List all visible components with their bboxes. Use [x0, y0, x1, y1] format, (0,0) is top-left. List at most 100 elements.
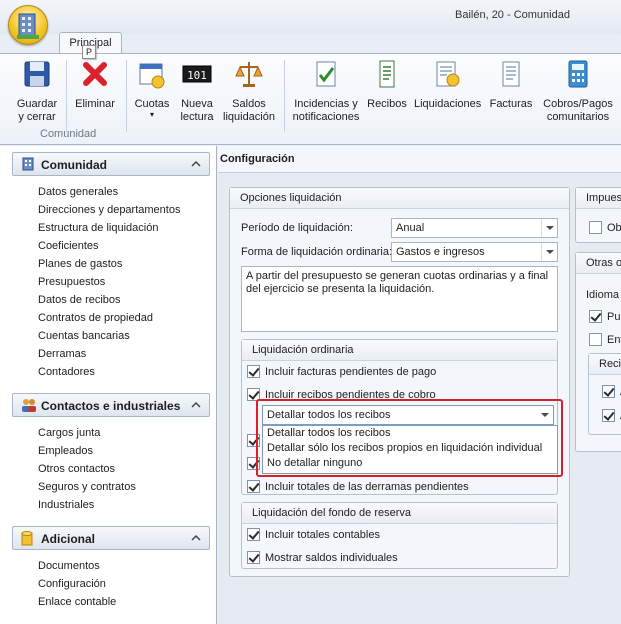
nav-item[interactable]: Configuración	[38, 575, 116, 593]
checkbox[interactable]	[589, 333, 602, 346]
nav-item[interactable]: Empleados	[38, 442, 136, 460]
eliminar-button[interactable]: Eliminar	[72, 58, 118, 111]
dropdown-option[interactable]: No detallar ninguno	[263, 456, 557, 471]
nav-item[interactable]: Direcciones y departamentos	[38, 201, 180, 219]
nav-item[interactable]: Derramas	[38, 345, 180, 363]
nueva-lectura-button[interactable]: 101 Nueva lectura	[178, 58, 216, 124]
forma-label: Forma de liquidación ordinaria:	[241, 246, 393, 258]
checkbox[interactable]	[602, 385, 615, 398]
forma-select[interactable]: Gastos e ingresos	[391, 242, 558, 262]
nav-item[interactable]: Contratos de propiedad	[38, 309, 180, 327]
nav-item[interactable]: Datos de recibos	[38, 291, 180, 309]
chevron-down-icon[interactable]	[541, 219, 557, 237]
guardar-cerrar-button[interactable]: Guardar y cerrar	[14, 58, 60, 124]
ribbon: Guardar y cerrar Eliminar Cuotas ▾ 101 N…	[0, 53, 621, 145]
nav-header-label: Contactos e industriales	[41, 399, 181, 413]
nav-item[interactable]: Seguros y contratos	[38, 478, 136, 496]
counter-icon: 101	[182, 65, 212, 83]
forma-value: Gastos e ingresos	[396, 246, 485, 258]
save-icon	[24, 61, 50, 87]
chevron-down-icon[interactable]	[541, 243, 557, 261]
chevron-down-icon[interactable]	[537, 406, 553, 424]
liquidaciones-button[interactable]: Liquidaciones	[414, 58, 482, 111]
cuotas-button[interactable]: Cuotas ▾	[132, 58, 172, 119]
chk-a1[interactable]: A	[602, 385, 621, 401]
calendar-coins-icon	[139, 63, 165, 89]
nav-item[interactable]: Documentos	[38, 557, 116, 575]
chk-saldos-individuales[interactable]: Mostrar saldos individuales	[247, 551, 398, 567]
nav-item[interactable]: Contadores	[38, 363, 180, 381]
nav-header-adicional[interactable]: Adicional	[12, 526, 210, 550]
chk-totales-contables[interactable]: Incluir totales contables	[247, 528, 380, 544]
checkbox[interactable]	[247, 480, 260, 493]
chk-derramas[interactable]: Incluir totales de las derramas pendient…	[247, 480, 469, 496]
description-memo[interactable]: A partir del presupuesto se generan cuot…	[241, 266, 558, 332]
dropdown-option[interactable]: Detallar sólo los recibos propios en liq…	[263, 441, 557, 456]
chk-pub[interactable]: Pub	[589, 310, 621, 326]
checkbox[interactable]	[247, 551, 260, 564]
chk-env[interactable]: Env	[589, 333, 621, 349]
chk-label: Incluir totales de las derramas pendient…	[265, 481, 469, 493]
svg-text:101: 101	[187, 69, 207, 82]
nav-item[interactable]: Cargos junta	[38, 424, 136, 442]
nav-item[interactable]: Industriales	[38, 496, 136, 514]
cobros-pagos-button[interactable]: Cobros/Pagos comunitarios	[540, 58, 616, 124]
chevron-up-icon[interactable]	[189, 398, 203, 412]
saldos-liquidacion-button[interactable]: Saldos liquidación	[222, 58, 276, 124]
chevron-up-icon[interactable]	[189, 157, 203, 171]
building-icon	[17, 13, 39, 39]
nav-list-comunidad: Datos generales Direcciones y departamen…	[38, 183, 180, 381]
periodo-select[interactable]: Anual	[391, 218, 558, 238]
checkbox[interactable]	[589, 310, 602, 323]
checkbox[interactable]	[589, 221, 602, 234]
nav-header-comunidad[interactable]: Comunidad	[12, 152, 210, 176]
checklist-icon	[316, 61, 336, 87]
checkbox[interactable]	[602, 409, 615, 422]
chk-facturas[interactable]: Incluir facturas pendientes de pago	[247, 365, 436, 381]
incidencias-button[interactable]: Incidencias y notificaciones	[290, 58, 362, 124]
nav-item[interactable]: Cuentas bancarias	[38, 327, 180, 345]
ribbon-separator	[284, 60, 285, 132]
chk-impuestos[interactable]: Obl	[589, 221, 621, 237]
dropdown-option[interactable]: Detallar todos los recibos	[263, 426, 557, 441]
checkbox[interactable]	[247, 365, 260, 378]
group-caption: Opciones liquidación	[230, 188, 569, 209]
navigation-panel: Comunidad Datos generales Direcciones y …	[0, 146, 217, 624]
cobros-label: Cobros/Pagos comunitarios	[543, 98, 613, 123]
chk-a2[interactable]: A	[602, 409, 621, 425]
nav-list-contactos: Cargos junta Empleados Otros contactos S…	[38, 424, 136, 514]
nav-list-adicional: Documentos Configuración Enlace contable	[38, 557, 116, 611]
recibos-detail-select[interactable]: Detallar todos los recibos	[262, 405, 554, 425]
window-title: Bailén, 20 - Comunidad	[455, 9, 570, 21]
group-caption: Otras o	[576, 253, 621, 274]
chevron-down-icon: ▾	[149, 110, 154, 119]
nav-header-contactos[interactable]: Contactos e industriales	[12, 393, 210, 417]
liquidation-doc-icon	[436, 61, 460, 87]
liquidaciones-label: Liquidaciones	[414, 98, 482, 110]
guardar-label: Guardar y cerrar	[16, 98, 58, 123]
fondo-reserva-group: Liquidación del fondo de reserva Incluir…	[241, 502, 558, 569]
recibos-subgroup: Recib A A	[588, 353, 621, 435]
database-icon	[21, 531, 33, 546]
checkbox[interactable]	[247, 528, 260, 541]
nav-item[interactable]: Datos generales	[38, 183, 180, 201]
nav-item[interactable]: Coeficientes	[38, 237, 180, 255]
delete-x-icon	[83, 62, 107, 86]
building-icon	[22, 157, 34, 171]
idioma-label: Idioma	[586, 289, 620, 301]
selected-value: Detallar todos los recibos	[267, 409, 391, 421]
title-bar: Bailén, 20 - Comunidad	[0, 0, 621, 34]
nav-item[interactable]: Planes de gastos	[38, 255, 180, 273]
facturas-button[interactable]: Facturas	[486, 58, 536, 111]
nav-item[interactable]: Enlace contable	[38, 593, 116, 611]
impuestos-group: Impues Obl	[575, 187, 621, 243]
opciones-liquidacion-group: Opciones liquidación Período de liquidac…	[229, 187, 570, 577]
app-menu-button[interactable]	[8, 5, 48, 45]
nav-item[interactable]: Otros contactos	[38, 460, 136, 478]
calculator-icon	[568, 60, 588, 88]
nav-item[interactable]: Estructura de liquidación	[38, 219, 180, 237]
recibos-button[interactable]: Recibos	[366, 58, 408, 111]
chevron-up-icon[interactable]	[189, 531, 203, 545]
scales-icon	[235, 62, 263, 87]
nav-item[interactable]: Presupuestos	[38, 273, 180, 291]
